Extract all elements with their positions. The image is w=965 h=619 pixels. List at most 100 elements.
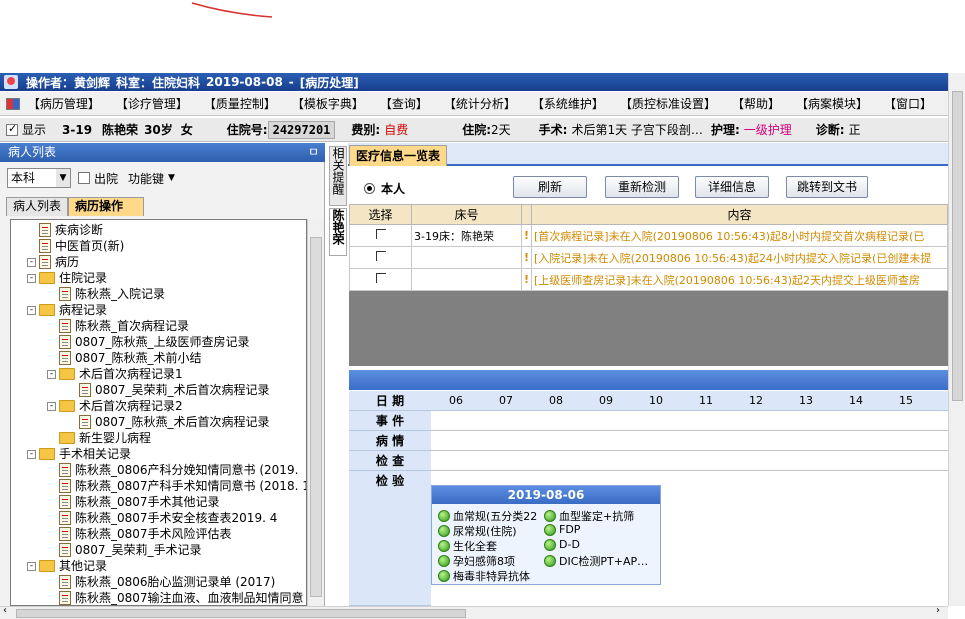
chevron-down-icon[interactable]: ▼ (56, 169, 70, 187)
tree-node[interactable]: 陈秋燕_首次病程记录 (59, 318, 189, 334)
lab-item[interactable]: DIC检测PT+AP… (544, 553, 648, 569)
tree-collapse-icon[interactable]: - (47, 401, 56, 411)
tree-node[interactable]: 0807_陈秋燕_上级医师查房记录 (59, 334, 250, 350)
vertical-scrollbar[interactable] (948, 73, 965, 606)
tree-node[interactable]: 陈秋燕_0807手术风险评估表 (59, 526, 232, 542)
timeline-row-condition[interactable] (431, 431, 948, 451)
tree-node[interactable]: 陈秋燕_0806产科分娩知情同意书 (2019. (59, 462, 298, 478)
recheck-button[interactable]: 重新检测 (605, 176, 679, 198)
tree-node[interactable]: 陈秋燕_入院记录 (59, 286, 165, 302)
document-icon (59, 463, 71, 477)
refresh-button[interactable]: 刷新 (513, 176, 587, 198)
lab-results-popup[interactable]: 2019-08-06 血常规(五分类22 尿常规(住院) 生化全套 孕妇感筛8项 梅毒非… (431, 485, 661, 585)
tree-node[interactable]: 0807_陈秋燕_术前小结 (59, 350, 202, 366)
tree-node[interactable]: - 术后首次病程记录2 (47, 398, 183, 414)
self-radio[interactable] (364, 183, 375, 194)
tab-record-operations[interactable]: 病历操作 (68, 197, 144, 216)
tree-node[interactable]: - 术后首次病程记录1 (47, 366, 183, 382)
tree-collapse-icon[interactable]: - (47, 369, 56, 379)
app-titlebar: 操作者：黄剑辉 科室：住院妇科 2019-08-08 - [病历处理] (0, 73, 948, 91)
tree-node[interactable]: - 病程记录 (27, 302, 107, 318)
lab-item[interactable]: D-D (544, 538, 580, 551)
timeline-label-date: 日 期 (349, 391, 431, 411)
lab-item[interactable]: FDP (544, 523, 580, 536)
lab-item[interactable]: 孕妇感筛8项 (438, 553, 515, 569)
horizontal-scrollbar-thumb[interactable] (16, 609, 466, 618)
lab-item[interactable]: 血型鉴定+抗筛 (544, 508, 634, 524)
menu-template-dictionary[interactable]: 【模板字典】 (292, 95, 364, 112)
menu-query[interactable]: 【查询】 (380, 95, 428, 112)
tree-node-label: 中医首页(新) (55, 239, 125, 253)
discharged-checkbox[interactable] (78, 172, 90, 184)
details-button[interactable]: 详细信息 (695, 176, 769, 198)
timeline-row-events[interactable] (431, 411, 948, 431)
tree-node[interactable]: - 其他记录 (27, 558, 107, 574)
tree-node[interactable]: - 手术相关记录 (27, 446, 131, 462)
tree-node[interactable]: 0807_陈秋燕_术后首次病程记录 (79, 414, 270, 430)
tree-node[interactable]: 陈秋燕_0806胎心监测记录单 (2017) (59, 574, 275, 590)
tree-node-label: 住院记录 (59, 271, 108, 285)
show-label: 显示 (22, 123, 47, 137)
row-checkbox[interactable] (375, 273, 386, 283)
tab-patient-name[interactable]: 陈艳荣 (329, 208, 347, 256)
vertical-scrollbar-thumb[interactable] (952, 91, 963, 401)
tree-node[interactable]: 0807_吴荣莉_手术记录 (59, 542, 202, 558)
table-row[interactable]: ! [上级医师查房记录]未在入院(20190806 10:56:43)起2天内提… (349, 268, 948, 291)
pin-icon[interactable]: ㅁ (308, 143, 319, 162)
scroll-left-icon[interactable]: ‹ (3, 605, 7, 616)
tree-node[interactable]: - 病历 (27, 254, 79, 270)
horizontal-scrollbar[interactable]: ‹ › (0, 605, 948, 619)
function-key-arrow-icon[interactable]: ▼ (168, 173, 175, 183)
tab-medical-info-overview[interactable]: 医疗信息一览表 (349, 145, 448, 166)
table-row[interactable]: ! [入院记录]未在入院(20190806 10:56:43)起24小时内提交入… (349, 246, 948, 269)
function-key-menu[interactable]: 功能键 (128, 170, 164, 187)
scroll-right-icon[interactable]: › (936, 605, 940, 616)
tree-scrollbar[interactable] (307, 219, 324, 606)
menu-help[interactable]: 【帮助】 (732, 95, 780, 112)
timeline-row-exam[interactable] (431, 451, 948, 471)
menu-window[interactable]: 【窗口】 (884, 95, 932, 112)
row-checkbox[interactable] (375, 229, 386, 239)
tree-node[interactable]: 陈秋燕_0807手术安全核查表2019. 4 (59, 510, 277, 526)
tab-patient-list[interactable]: 病人列表 (6, 197, 68, 216)
show-checkbox[interactable] (6, 122, 18, 136)
tree-node[interactable]: 陈秋燕_0807手术其他记录 (59, 494, 220, 510)
tab-related-reminders[interactable]: 相关提醒 (329, 146, 347, 206)
tree-collapse-icon[interactable]: - (27, 273, 36, 283)
menu-qc-standards[interactable]: 【质控标准设置】 (620, 95, 716, 112)
tree-collapse-icon[interactable]: - (27, 561, 36, 571)
jump-to-document-button[interactable]: 跳转到文书 (786, 176, 868, 198)
tree-collapse-icon[interactable]: - (27, 257, 36, 267)
lab-item[interactable]: 血常规(五分类22 (438, 508, 537, 524)
menu-case-module[interactable]: 【病案模块】 (796, 95, 868, 112)
department-select[interactable]: 本科 ▼ (7, 168, 71, 188)
surgery-info: 术后第1天 子宫下段剖… (571, 123, 703, 137)
menu-quality-control[interactable]: 【质量控制】 (204, 95, 276, 112)
menu-app-icon[interactable] (6, 97, 20, 110)
lab-item[interactable]: 生化全套 (438, 538, 497, 554)
tree-collapse-icon[interactable]: - (27, 305, 36, 315)
tree-node[interactable]: 陈秋燕_0807产科手术知情同意书 (2018. 1 (59, 478, 306, 494)
lab-item-label: 尿常规(住院) (453, 525, 517, 538)
menu-treatment-management[interactable]: 【诊疗管理】 (116, 95, 188, 112)
tree-node[interactable]: 疾病诊断 (39, 222, 103, 238)
menu-system-maintenance[interactable]: 【系统维护】 (532, 95, 604, 112)
tree-node[interactable]: 中医首页(新) (39, 238, 124, 254)
tree-node[interactable]: 0807_吴荣莉_术后首次病程记录 (79, 382, 270, 398)
stay-duration: 2天 (491, 123, 511, 137)
menu-record-management[interactable]: 【病历管理】 (28, 95, 100, 112)
lab-item[interactable]: 尿常规(住院) (438, 523, 517, 539)
tree-collapse-icon[interactable]: - (27, 449, 36, 459)
table-row[interactable]: 3-19床：陈艳荣 ! [首次病程记录]未在入院(20190806 10:56:… (349, 224, 948, 247)
menubar: 【病历管理】 【诊疗管理】 【质量控制】 【模板字典】 【查询】 【统计分析】 … (0, 92, 948, 116)
lab-item[interactable]: 梅毒非特异抗体 (438, 568, 530, 584)
tree-node[interactable]: 新生婴儿病程 (59, 430, 151, 446)
timeline-date: 09 (599, 394, 613, 407)
tree-node[interactable]: 陈秋燕_0807输注血液、血液制品知情同意 (59, 590, 304, 605)
timeline-date: 08 (549, 394, 563, 407)
document-icon (79, 415, 91, 429)
tree-scrollbar-thumb[interactable] (310, 237, 322, 597)
row-checkbox[interactable] (375, 251, 386, 261)
menu-statistics[interactable]: 【统计分析】 (444, 95, 516, 112)
tree-node[interactable]: - 住院记录 (27, 270, 107, 286)
